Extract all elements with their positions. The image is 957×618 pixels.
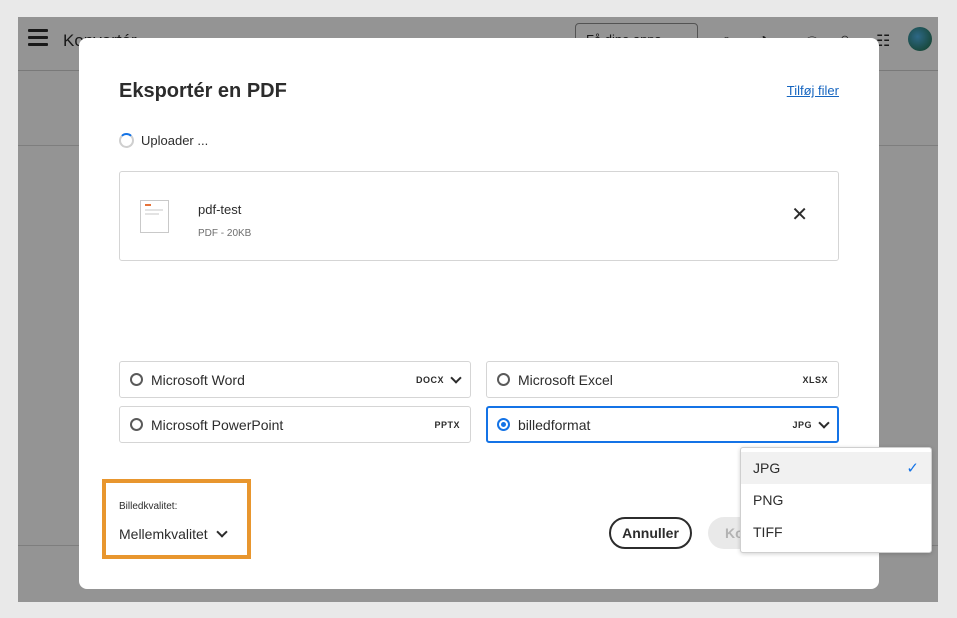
file-card: pdf-test PDF - 20KB ✕ <box>119 171 839 261</box>
spinner-icon <box>119 133 134 148</box>
chevron-down-icon[interactable] <box>818 416 830 429</box>
quality-dropdown[interactable]: Mellemkvalitet <box>119 526 228 542</box>
image-format-dropdown: JPG ✓ PNG TIFF <box>740 447 932 553</box>
format-option-powerpoint[interactable]: Microsoft PowerPoint PPTX <box>119 406 471 443</box>
format-option-word[interactable]: Microsoft Word DOCX <box>119 361 471 398</box>
file-meta: PDF - 20KB <box>198 228 252 239</box>
radio-button[interactable] <box>497 373 510 386</box>
remove-file-close-icon[interactable]: ✕ <box>791 205 808 225</box>
dropdown-item-label: TIFF <box>753 524 783 540</box>
chevron-down-icon[interactable] <box>450 371 462 384</box>
file-name: pdf-test <box>198 202 242 217</box>
upload-status-text: Uploader ... <box>141 133 209 148</box>
radio-button-selected[interactable] <box>497 418 510 431</box>
image-quality-selector[interactable]: Billedkvalitet: Mellemkvalitet <box>102 479 251 559</box>
format-ext: PPTX <box>434 419 460 430</box>
quality-label: Billedkvalitet: <box>119 501 178 512</box>
format-label: Microsoft PowerPoint <box>151 416 284 433</box>
format-ext: DOCX <box>415 374 444 385</box>
dropdown-item-label: PNG <box>753 492 784 508</box>
chevron-down-icon[interactable] <box>216 526 228 538</box>
dropdown-item-jpg[interactable]: JPG ✓ <box>741 452 931 484</box>
format-label: billedformat <box>518 416 591 433</box>
radio-button[interactable] <box>130 418 143 431</box>
add-files-link[interactable]: Tilføj filer <box>787 83 839 98</box>
dialog-title: Eksportér en PDF <box>119 80 287 102</box>
upload-status: Uploader ... <box>119 133 208 148</box>
checkmark-icon: ✓ <box>906 460 919 477</box>
dropdown-item-label: JPG <box>753 460 781 476</box>
dropdown-item-png[interactable]: PNG <box>741 484 931 516</box>
format-label: Microsoft Word <box>151 371 245 388</box>
radio-button[interactable] <box>130 373 143 386</box>
quality-value: Mellemkvalitet <box>119 526 208 542</box>
format-option-image[interactable]: billedformat JPG <box>486 406 839 443</box>
format-ext: XLSX <box>802 374 828 385</box>
format-ext: JPG <box>792 419 812 430</box>
format-label: Microsoft Excel <box>518 371 613 388</box>
pdf-thumbnail-icon <box>140 200 169 233</box>
dropdown-item-tiff[interactable]: TIFF <box>741 516 931 548</box>
format-option-excel[interactable]: Microsoft Excel XLSX <box>486 361 839 398</box>
cancel-button[interactable]: Annuller <box>609 517 692 549</box>
